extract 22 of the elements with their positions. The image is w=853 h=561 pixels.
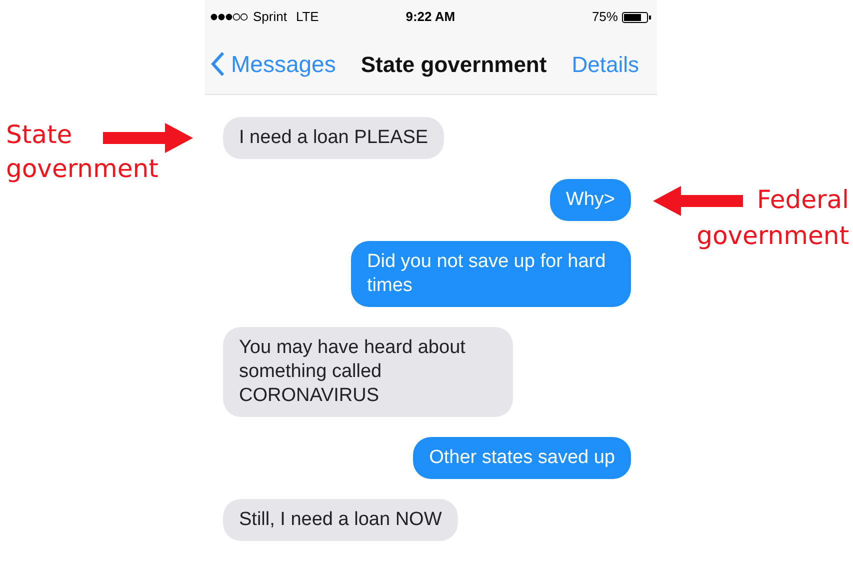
details-link[interactable]: Details	[572, 48, 651, 80]
status-time: 9:22 AM	[406, 8, 456, 26]
received-message: I need a loan PLEASE	[223, 117, 444, 159]
sent-message: Other states saved up	[413, 437, 631, 479]
annotation-text: government	[696, 221, 849, 250]
annotation-text: Federal	[756, 185, 849, 214]
sent-message: Did you not save up for hard times	[351, 241, 631, 307]
arrow-icon	[653, 184, 743, 218]
carrier-label: Sprint	[253, 8, 287, 26]
back-link[interactable]: Messages	[211, 46, 336, 82]
battery-icon	[622, 12, 652, 22]
back-chevron-icon	[211, 51, 225, 77]
sent-message: Why>	[550, 179, 631, 221]
annotation-text: government	[6, 154, 158, 183]
annotation-text: State	[6, 120, 72, 149]
received-message: Still, I need a loan NOW	[223, 499, 458, 541]
network-label: LTE	[296, 8, 319, 26]
signal-icon	[210, 13, 248, 21]
arrow-icon	[103, 121, 193, 155]
received-message: You may have heard about something called CORONAVIRUS	[223, 327, 513, 417]
conversation-title: State government	[360, 50, 547, 79]
battery-percent: 75%	[592, 8, 618, 26]
